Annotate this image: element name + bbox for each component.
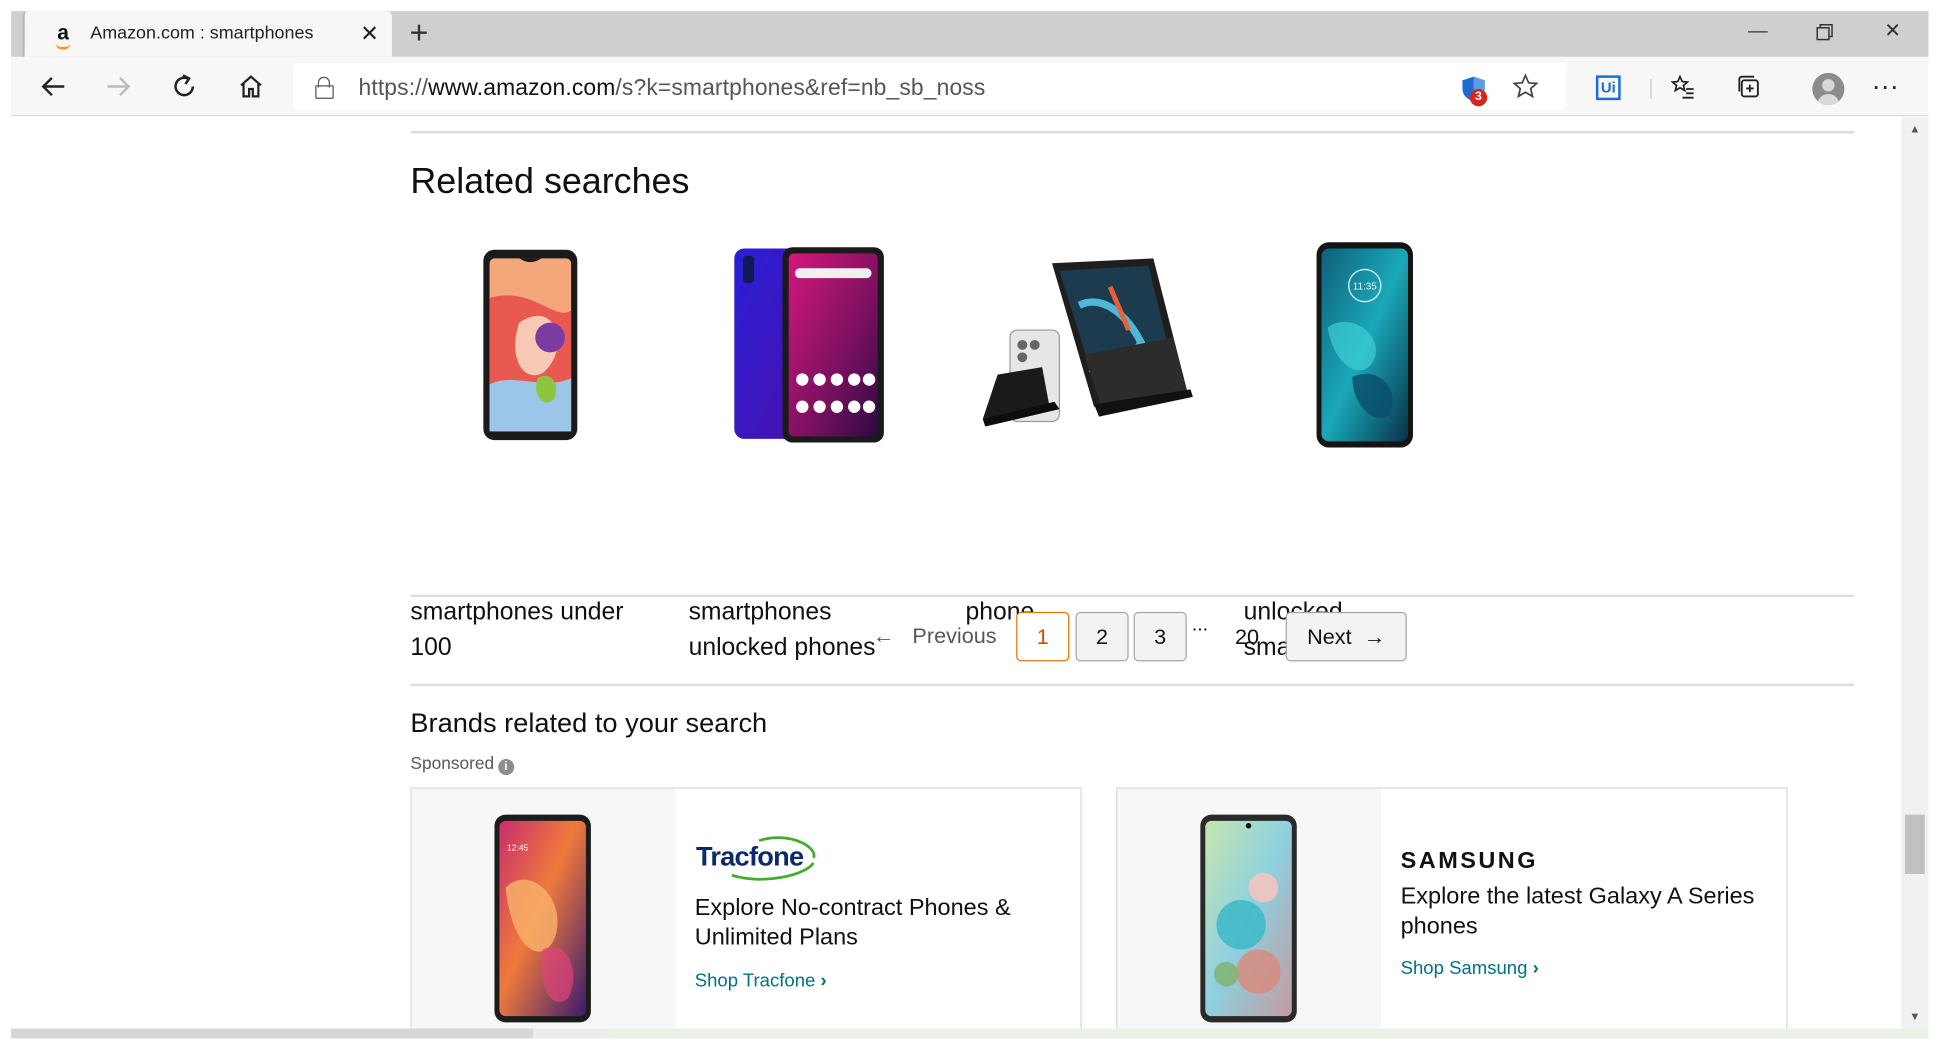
favorites-icon[interactable] [1665,69,1700,104]
shop-samsung-link[interactable]: Shop Samsung › [1401,958,1539,979]
related-search-label[interactable]: smartphones under 100 [410,595,645,669]
samsung-logo[interactable]: SAMSUNG [1401,848,1538,875]
tab-title: Amazon.com : smartphones [90,23,314,44]
lock-icon[interactable] [315,76,334,99]
forward-button[interactable] [101,69,136,104]
brand-image-panel [1117,788,1381,1029]
shop-tracfone-link[interactable]: Shop Tracfone › [695,970,827,991]
phone-image[interactable]: 11:35 [1315,241,1414,449]
phone-image[interactable] [1199,813,1298,1023]
brand-image-panel: 12:45 [411,788,675,1029]
toolbar-separator [1650,79,1652,99]
divider [410,683,1855,687]
profile-avatar[interactable] [1812,72,1845,106]
favorite-star-icon[interactable] [1508,69,1543,104]
collections-icon[interactable] [1732,69,1767,104]
close-tab-icon[interactable]: ✕ [357,21,382,46]
back-button[interactable] [36,69,71,104]
amazon-favicon-icon: a [52,22,74,50]
address-bar[interactable]: https://www.amazon.com/s?k=smartphones&r… [292,63,1567,111]
scrollbar-track [606,1028,1929,1039]
home-button[interactable] [234,69,269,104]
pagination-previous[interactable]: ← Previous [873,623,997,649]
sponsored-label: Sponsored i [410,753,514,776]
brand-headline[interactable]: Explore the latest Galaxy A Series phone… [1401,883,1759,942]
extension-badge: 3 [1469,89,1488,107]
brand-card-samsung[interactable]: SAMSUNG Explore the latest Galaxy A Seri… [1116,787,1788,1029]
divider [410,594,1855,598]
page-button-last[interactable]: 20 [1235,624,1259,650]
browser-toolbar: https://www.amazon.com/s?k=smartphones&r… [11,56,1929,117]
new-tab-button[interactable]: + [403,16,435,48]
pagination-next[interactable]: Next → [1285,611,1407,662]
scroll-up-arrow-icon[interactable]: ▲ [1909,122,1921,134]
page-button[interactable]: 2 [1075,611,1129,662]
horizontal-scrollbar[interactable] [11,1028,1929,1039]
more-options-icon[interactable]: ··· [1868,69,1903,104]
svg-text:Tracfone: Tracfone [696,840,804,871]
svg-text:12:45: 12:45 [507,843,529,853]
brand-card-tracfone[interactable]: 12:45 Tracfone Explore No-contract Phone… [410,787,1082,1029]
close-window-icon[interactable]: ✕ [1874,16,1911,48]
brands-heading: Brands related to your search [410,707,768,739]
info-icon[interactable]: i [497,759,514,776]
tracfone-logo[interactable]: Tracfone [695,833,824,882]
vertical-scrollbar[interactable]: ▲ ▼ [1901,117,1929,1029]
page-button-current[interactable]: 1 [1016,611,1070,662]
tab-strip: a Amazon.com : smartphones ✕ + — ✕ [11,11,1929,57]
scroll-down-arrow-icon[interactable]: ▼ [1909,1010,1921,1022]
related-searches-heading: Related searches [410,161,690,202]
chevron-right-icon: › [820,970,827,992]
page-button[interactable]: 3 [1133,611,1187,662]
arrow-left-icon: ← [872,623,895,648]
restore-icon[interactable] [1806,16,1843,48]
minimize-icon[interactable]: — [1739,16,1776,48]
brand-headline[interactable]: Explore No-contract Phones & Unlimited P… [695,894,1053,953]
scrollbar-segment [532,1028,607,1039]
refresh-button[interactable] [167,69,202,104]
svg-text:11:35: 11:35 [1353,281,1377,292]
uipath-extension-icon[interactable]: Ui [1595,75,1621,101]
phone-stand-image[interactable] [980,256,1193,432]
pagination-ellipsis: ... [1191,614,1209,636]
chevron-right-icon: › [1532,958,1539,980]
url-text[interactable]: https://www.amazon.com/s?k=smartphones&r… [358,74,985,101]
page-content: Related searches smartphones under 100 s… [11,117,1902,1029]
divider [410,131,1855,134]
arrow-right-icon: → [1363,624,1386,650]
scrollbar-thumb[interactable] [1904,814,1925,874]
browser-tab[interactable]: a Amazon.com : smartphones ✕ [22,11,392,57]
phone-image[interactable] [733,246,886,444]
phone-image[interactable]: 12:45 [493,813,592,1023]
phone-image[interactable] [482,248,578,441]
